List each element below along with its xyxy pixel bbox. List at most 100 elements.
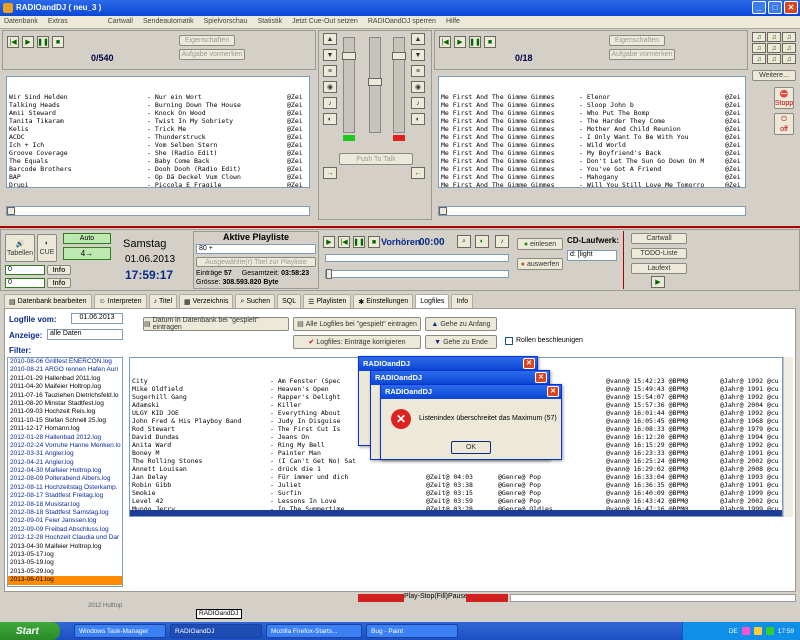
- list-item[interactable]: ACDC - Thunderstruck @Zei: [7, 133, 309, 141]
- fader-left-knob[interactable]: [342, 52, 356, 60]
- logfile-item[interactable]: 2012-08-11 Hochzeitstag Osterkamp.: [8, 484, 122, 492]
- logfile-item[interactable]: 2011-10-15 Stefan Schnell 25.log: [8, 417, 122, 425]
- language-indicator[interactable]: DE: [729, 628, 738, 635]
- tab-einstellungen[interactable]: ✱ Einstellungen: [353, 294, 414, 308]
- table-row[interactable]: Annett Louisan - drück die 1 @vann@ 16:29:…: [130, 465, 782, 473]
- right-rewind-button[interactable]: |◀: [439, 36, 451, 48]
- cart-button-6[interactable]: ♫: [782, 43, 796, 53]
- logfile-date-field[interactable]: 01.06.2013: [71, 313, 123, 324]
- datum-eintragen-button[interactable]: ▤ Datum in Datenbank bei "gespielt" eintr…: [143, 317, 289, 331]
- left-pause-button[interactable]: ❚❚: [37, 36, 49, 48]
- logfile-item[interactable]: 2011-12-17 Homann.log: [8, 425, 122, 433]
- preview-pause-button[interactable]: ❚❚: [353, 236, 365, 248]
- right-progress-thumb[interactable]: [439, 207, 447, 215]
- close-button[interactable]: ✕: [784, 1, 798, 14]
- tab-interpreten[interactable]: ☺ Interpreten: [93, 294, 147, 308]
- log-scrollbar[interactable]: [783, 357, 793, 517]
- logfile-item[interactable]: 2011-01-29 Hallenbad 2011.log: [8, 375, 122, 383]
- logfile-item[interactable]: 2012-03-31 Angler.log: [8, 450, 122, 458]
- preview-progress[interactable]: [325, 254, 509, 262]
- menu-cartwall[interactable]: Cartwall: [108, 18, 133, 26]
- cart-button-1[interactable]: ♫: [752, 32, 766, 42]
- task-radioanddj[interactable]: RADIOandDJ: [170, 624, 262, 638]
- stopp-button[interactable]: ⛔ Stopp: [774, 87, 794, 109]
- mixer-right-down-icon[interactable]: ▼: [411, 49, 425, 61]
- alle-logfiles-button[interactable]: ▤ Alle Logfiles bei "gespielt" eintragen: [293, 317, 421, 331]
- task-taskmanager[interactable]: Windows Task-Manager: [74, 624, 166, 638]
- logfile-item[interactable]: 2012-02-24 Vorruhe Hanne Menken.lo: [8, 442, 122, 450]
- logfile-item[interactable]: 2011-07-16 Tauziehen Dietrichsfeld.lo: [8, 392, 122, 400]
- list-item[interactable]: Me First And The Gimme Gimmes - Sloop Joh…: [439, 101, 745, 109]
- mixer-right-arrow-icon[interactable]: ←: [411, 167, 425, 179]
- start-button[interactable]: Start: [0, 622, 60, 640]
- left-track-list[interactable]: Wir Sind Helden - Nur ein Wort @Zei Talking…: [6, 76, 310, 188]
- right-progress[interactable]: [438, 206, 746, 216]
- left-rewind-button[interactable]: |◀: [7, 36, 19, 48]
- playlist-select[interactable]: 80 +: [196, 244, 316, 254]
- rollen-checkbox[interactable]: [505, 337, 513, 345]
- menu-extras[interactable]: Extras: [48, 18, 68, 26]
- list-item[interactable]: Amii Steward - Knock On Wood @Zei: [7, 109, 309, 117]
- anzeige-select[interactable]: alle Daten: [47, 329, 123, 340]
- mixer-right-fade-icon[interactable]: ≡: [411, 65, 425, 77]
- menu-sendeautomatik[interactable]: Sendeautomatik: [143, 18, 194, 26]
- logfile-item[interactable]: 2010-08-06 Grillfest ENERCON.log: [8, 358, 122, 366]
- logfile-item[interactable]: 2012-08-09 Polterabend Albers.log: [8, 475, 122, 483]
- logfile-item[interactable]: 2013-05-19.log: [8, 559, 122, 567]
- tab-datenbank[interactable]: ▤ Datenbank bearbeiten: [4, 294, 92, 308]
- logfile-item[interactable]: 2013-05-29.log: [8, 568, 122, 576]
- list-item[interactable]: Me First And The Gimme Gimmes - Will You …: [439, 181, 745, 187]
- right-track-list[interactable]: Me First And The Gimme Gimmes - Elenor @Ze…: [438, 76, 746, 188]
- list-item[interactable]: The Equals - Baby Come Back @Zei: [7, 157, 309, 165]
- cd-drive-select[interactable]: d: [light: [567, 250, 617, 261]
- auswerfen-button[interactable]: ● auswerfen: [517, 258, 563, 270]
- tab-info[interactable]: Info: [451, 294, 474, 308]
- weitere-button[interactable]: Weitere...: [752, 70, 796, 81]
- list-item[interactable]: Me First And The Gimme Gimmes - The Harde…: [439, 117, 745, 125]
- tab-verzeichnis[interactable]: ▦ Verzeichnis: [179, 294, 234, 308]
- right-queue-button[interactable]: Aufgabe vormerken: [609, 49, 675, 60]
- cart-button-8[interactable]: ♫: [767, 54, 781, 64]
- mixer-headphone-icon[interactable]: ◐: [323, 113, 337, 125]
- list-item[interactable]: Me First And The Gimme Gimmes - My Boyfri…: [439, 149, 745, 157]
- error-dialog-close[interactable]: ✕: [547, 386, 559, 397]
- list-item[interactable]: Me First And The Gimme Gimmes - Elenor @Ze…: [439, 93, 745, 101]
- cart-button-5[interactable]: ♫: [767, 43, 781, 53]
- left-queue-button[interactable]: Aufgabe vormerken: [179, 49, 245, 60]
- preview-speaker-icon[interactable]: ♪: [495, 235, 509, 248]
- todo-button[interactable]: TODO-Liste: [631, 248, 687, 259]
- menu-cue-out[interactable]: Jetzt Cue-Out setzen: [292, 18, 358, 26]
- cart-button-3[interactable]: ♫: [782, 32, 796, 42]
- mixer-right-mic-icon[interactable]: ◉: [411, 81, 425, 93]
- logfile-item[interactable]: 2012-08-18 Stadtfest Samstag.log: [8, 509, 122, 517]
- preview-stop-button[interactable]: ■: [368, 236, 380, 248]
- list-item[interactable]: Wir Sind Helden - Nur ein Wort @Zei: [7, 93, 309, 101]
- minimize-button[interactable]: _: [752, 1, 766, 14]
- mixer-right-speaker-icon[interactable]: ♪: [411, 97, 425, 109]
- list-item[interactable]: BAP - Op Dä Deckel Vum Clown @Zei: [7, 173, 309, 181]
- list-item[interactable]: Tanita Tikaram - Twist In My Sobriety @Zei: [7, 117, 309, 125]
- logfile-item[interactable]: 2012-09-01 Feier Janssen.log: [8, 517, 122, 525]
- push-to-talk-button[interactable]: Push To Talk: [339, 153, 413, 165]
- tab-sql[interactable]: SQL: [277, 294, 302, 308]
- list-item[interactable]: Me First And The Gimme Gimmes - Wild Worl…: [439, 141, 745, 149]
- list-item[interactable]: Me First And The Gimme Gimmes - Who Put T…: [439, 109, 745, 117]
- preview-volume[interactable]: [325, 269, 509, 279]
- cue-button[interactable]: ◐ CUE: [37, 234, 57, 262]
- gehe-ende-button[interactable]: ▼ Gehe zu Ende: [425, 335, 497, 349]
- menu-statistik[interactable]: Statistik: [258, 18, 283, 26]
- table-row[interactable]: Jan Delay - Für immer und dich @Zeit@ 04:0…: [130, 473, 782, 481]
- dialog-back-1-close[interactable]: ✕: [523, 358, 535, 369]
- logfile-item[interactable]: 2011-09-03 Hochzeit Reis.log: [8, 408, 122, 416]
- logfile-item[interactable]: 2012-12-28 Hochzeit Claudia und Dar: [8, 534, 122, 542]
- preview-headphone-icon[interactable]: ◐: [475, 235, 489, 248]
- tab-playlisten[interactable]: ☰ Playlisten: [303, 294, 352, 308]
- list-item[interactable]: Ich + Ich - Vom Selben Stern @Zei: [7, 141, 309, 149]
- tab-suchen[interactable]: ⌕ Suchen: [235, 294, 276, 308]
- info-button-1[interactable]: Info: [47, 265, 71, 275]
- tray-icon-2[interactable]: [753, 627, 762, 635]
- mixer-up-icon[interactable]: ▲: [323, 33, 337, 45]
- fader-right[interactable]: [392, 37, 406, 133]
- table-row[interactable]: Smokie - Surfin @Zeit@ 03:15 @Genre@ Pop @va…: [130, 489, 782, 497]
- list-item[interactable]: Groove Coverage - She (Radio Edit) @Zei: [7, 149, 309, 157]
